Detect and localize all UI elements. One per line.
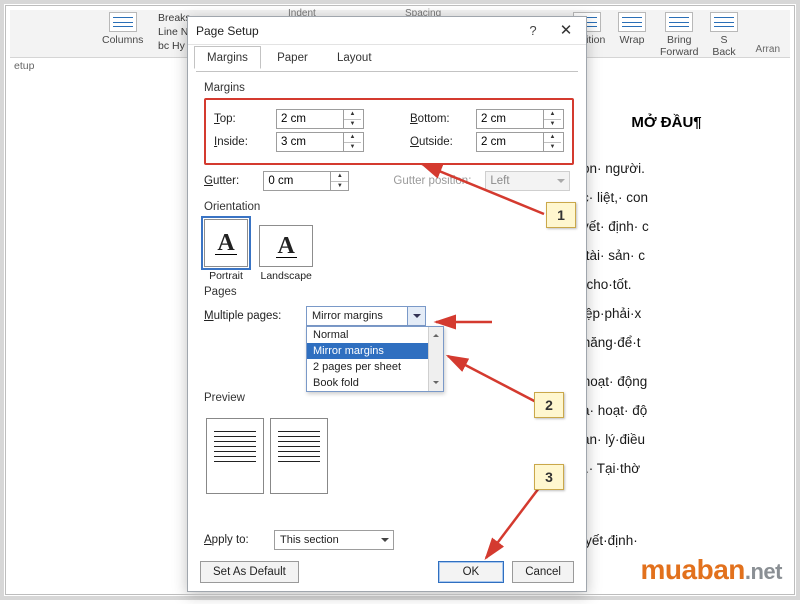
gutter-position-label: Gutter position: — [393, 175, 485, 187]
multiple-pages-label: Multiple pages: — [204, 310, 306, 322]
gutter-position-select: Left — [485, 171, 570, 191]
ok-button[interactable]: OK — [438, 561, 505, 583]
annotation-badge-1: 1 — [546, 202, 576, 228]
orientation-group: APortrait ALandscape — [204, 219, 570, 282]
indent-group-label: Indent — [288, 8, 316, 19]
dialog-title: Page Setup — [196, 24, 259, 38]
columns-label: Columns — [102, 34, 143, 46]
pages-group-label: Pages — [204, 286, 570, 298]
line-numbers-menu[interactable]: Line Numbers — [158, 26, 223, 38]
ribbon: Columns Breaks Line Numbers bc Hy Indent… — [10, 10, 790, 58]
multiple-pages-combo[interactable]: Mirror margins — [306, 306, 426, 326]
preview-group-label: Preview — [204, 392, 570, 404]
tab-paper[interactable]: Paper — [264, 46, 321, 69]
spacing-group-label: Spacing — [405, 8, 441, 19]
indent-left[interactable]: Left: 0 cm — [272, 22, 345, 39]
tab-layout[interactable]: Layout — [324, 46, 385, 69]
dropdown-scrollbar[interactable] — [428, 327, 443, 391]
annotation-badge-2: 2 — [534, 392, 564, 418]
outside-spinner[interactable]: ▲▼ — [476, 132, 564, 152]
dialog-titlebar[interactable]: Page Setup ? ✕ — [188, 17, 586, 45]
indent-left-spinner: 0 cm — [295, 22, 345, 39]
breaks-menu[interactable]: Breaks — [158, 12, 191, 24]
multiple-pages-dropdown[interactable]: Normal Mirror margins 2 pages per sheet … — [306, 326, 444, 392]
orientation-group-label: Orientation — [204, 201, 570, 213]
wrap-text-button[interactable]: Wrap — [618, 12, 646, 46]
top-label: Top: — [214, 113, 276, 125]
inside-spinner[interactable]: ▲▼ — [276, 132, 364, 152]
orientation-landscape[interactable]: ALandscape — [259, 225, 313, 282]
option-two-pages[interactable]: 2 pages per sheet — [307, 359, 443, 375]
arrange-group-label: Arran — [756, 44, 780, 55]
app-frame: Columns Breaks Line Numbers bc Hy Indent… — [0, 0, 800, 600]
apply-to-label: Apply to: — [204, 534, 274, 546]
set-as-default-button[interactable]: Set As Default — [200, 561, 299, 583]
document-page: MỞ ĐẦU¶ · con· người. hốc· liệt,· con qu… — [556, 84, 786, 586]
preview-area — [204, 414, 570, 498]
outside-label: Outside: — [410, 136, 476, 148]
watermark: muaban.net — [641, 554, 782, 586]
option-book-fold[interactable]: Book fold — [307, 375, 443, 391]
close-button[interactable]: ✕ — [552, 17, 580, 45]
top-spinner[interactable]: ▲▼ — [276, 109, 364, 129]
position-button[interactable]: Position — [568, 12, 605, 46]
send-backward-button[interactable]: S Back — [710, 12, 738, 58]
preview-page-right — [270, 418, 328, 494]
option-mirror-margins[interactable]: Mirror margins — [307, 343, 443, 359]
bottom-spinner[interactable]: ▲▼ — [476, 109, 564, 129]
multiple-pages-value: Mirror margins — [307, 310, 388, 322]
annotation-arrows — [4, 4, 800, 604]
doc-title: MỞ ĐẦU¶ — [567, 114, 766, 131]
dialog-button-row: Set As Default OK Cancel — [188, 561, 586, 583]
dialog-tabs: Margins Paper Layout — [188, 45, 586, 71]
gutter-label: Gutter: — [204, 175, 263, 187]
tab-margins[interactable]: Margins — [194, 46, 261, 69]
page-setup-group-label: etup — [14, 60, 34, 72]
bring-forward-button[interactable]: Bring Forward — [660, 12, 699, 58]
spacing-before[interactable]: Before: 6 pt — [386, 22, 473, 39]
page-setup-dialog: Page Setup ? ✕ Margins Paper Layout Marg… — [187, 16, 587, 592]
chevron-down-icon[interactable] — [407, 307, 425, 325]
inside-label: Inside: — [214, 136, 276, 148]
tab-body: Margins Top: ▲▼ Bottom: ▲▼ Inside: ▲▼ Ou… — [196, 71, 578, 564]
preview-page-left — [206, 418, 264, 494]
help-button[interactable]: ? — [520, 17, 546, 45]
option-normal[interactable]: Normal — [307, 327, 443, 343]
cancel-button[interactable]: Cancel — [512, 561, 574, 583]
gutter-spinner[interactable]: ▲▼ — [263, 171, 349, 191]
annotation-badge-3: 3 — [534, 464, 564, 490]
margins-highlight-box: Top: ▲▼ Bottom: ▲▼ Inside: ▲▼ Outside: ▲… — [204, 98, 574, 165]
bottom-label: Bottom: — [410, 113, 476, 125]
spacing-before-spinner: 6 pt — [423, 22, 473, 39]
margins-group-label: Margins — [204, 82, 570, 94]
hyphenation-menu[interactable]: bc Hy — [158, 40, 185, 52]
columns-button[interactable]: Columns — [102, 12, 143, 46]
orientation-portrait[interactable]: APortrait — [204, 219, 248, 282]
apply-to-select[interactable]: This section — [274, 530, 394, 550]
